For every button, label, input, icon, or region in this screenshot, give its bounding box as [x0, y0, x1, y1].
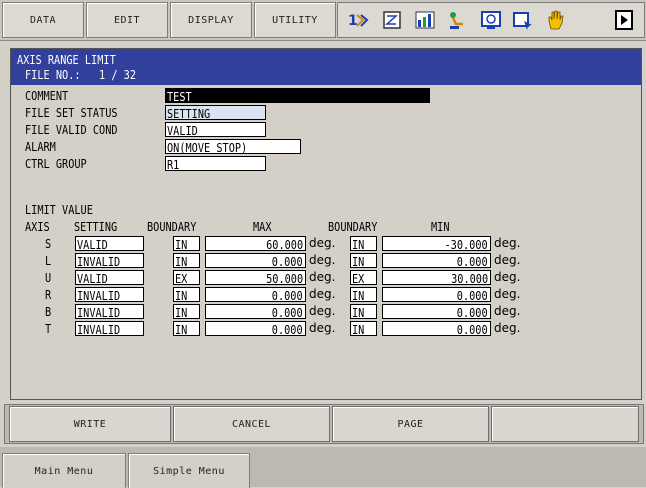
- alarm-label: ALARM: [25, 139, 56, 154]
- setting-field[interactable]: INVALID: [75, 253, 144, 268]
- unit-label: deg.: [494, 253, 521, 267]
- max-value-field[interactable]: 0.000: [205, 287, 306, 302]
- axis-label: B: [45, 304, 52, 319]
- boundary-min-field[interactable]: IN: [350, 236, 377, 251]
- axis-label: S: [45, 236, 52, 251]
- toolbar-icon-strip: 1: [337, 2, 645, 38]
- axis-label: U: [45, 270, 52, 285]
- bottom-menu-bar: Main Menu Simple Menu: [0, 447, 646, 488]
- max-value-field[interactable]: 0.000: [205, 253, 306, 268]
- page-title: AXIS RANGE LIMIT: [17, 52, 116, 67]
- write-button[interactable]: WRITE: [9, 406, 171, 442]
- alarm-field[interactable]: ON(MOVE STOP): [165, 139, 301, 154]
- boundary-max-field[interactable]: IN: [173, 287, 200, 302]
- top-menu-bar: DATA EDIT DISPLAY UTILITY 1: [0, 0, 646, 41]
- simple-menu-button[interactable]: Simple Menu: [128, 453, 250, 488]
- boundary-max-field[interactable]: IN: [173, 236, 200, 251]
- header-max: MAX: [253, 219, 272, 234]
- boundary-max-field[interactable]: EX: [173, 270, 200, 285]
- function-key-bar: WRITE CANCEL PAGE: [4, 404, 644, 444]
- page-button[interactable]: PAGE: [332, 406, 489, 442]
- unit-label: deg.: [494, 304, 521, 318]
- max-value-field[interactable]: 60.000: [205, 236, 306, 251]
- menu-utility-button[interactable]: UTILITY: [254, 2, 336, 38]
- header-boundary-max: BOUNDARY: [147, 219, 197, 234]
- axis-range-limit-panel: AXIS RANGE LIMIT FILE NO.: 1 / 32 COMMEN…: [10, 48, 642, 400]
- min-value-field[interactable]: 0.000: [382, 287, 491, 302]
- edit-pointer-icon[interactable]: [512, 9, 534, 31]
- boundary-min-field[interactable]: EX: [350, 270, 377, 285]
- boundary-min-field[interactable]: IN: [350, 287, 377, 302]
- header-min: MIN: [431, 219, 450, 234]
- comment-field[interactable]: TEST: [165, 88, 430, 103]
- min-value-field[interactable]: 0.000: [382, 253, 491, 268]
- file-no-value: 1 / 32: [99, 67, 137, 82]
- boundary-min-field[interactable]: IN: [350, 321, 377, 336]
- hand-icon[interactable]: [544, 9, 566, 31]
- blank-function-button[interactable]: [491, 406, 639, 442]
- header-setting: SETTING: [74, 219, 118, 234]
- title-bar: AXIS RANGE LIMIT FILE NO.: 1 / 32: [11, 49, 641, 85]
- graph-icon[interactable]: [414, 9, 436, 31]
- ctrl-group-field[interactable]: R1: [165, 156, 266, 171]
- unit-label: deg.: [494, 321, 521, 335]
- boundary-max-field[interactable]: IN: [173, 321, 200, 336]
- unit-label: deg.: [494, 236, 521, 250]
- unit-label: deg.: [309, 287, 336, 301]
- setting-field[interactable]: VALID: [75, 236, 144, 251]
- file-set-status-label: FILE SET STATUS: [25, 105, 118, 120]
- axis-label: L: [45, 253, 52, 268]
- limit-value-label: LIMIT VALUE: [25, 202, 93, 217]
- boundary-min-field[interactable]: IN: [350, 304, 377, 319]
- coordinate-icon[interactable]: 1: [348, 9, 370, 31]
- boundary-max-field[interactable]: IN: [173, 253, 200, 268]
- menu-display-button[interactable]: DISPLAY: [170, 2, 252, 38]
- svg-text:1: 1: [348, 13, 358, 29]
- setting-field[interactable]: INVALID: [75, 304, 144, 319]
- header-boundary-min: BOUNDARY: [328, 219, 378, 234]
- job-zoom-icon[interactable]: [382, 9, 404, 31]
- menu-data-button[interactable]: DATA: [2, 2, 84, 38]
- play-icon[interactable]: [614, 9, 636, 31]
- monitor-icon[interactable]: [480, 9, 502, 31]
- max-value-field[interactable]: 0.000: [205, 304, 306, 319]
- file-valid-cond-field[interactable]: VALID: [165, 122, 266, 137]
- boundary-max-field[interactable]: IN: [173, 304, 200, 319]
- unit-label: deg.: [309, 321, 336, 335]
- unit-label: deg.: [494, 270, 521, 284]
- max-value-field[interactable]: 0.000: [205, 321, 306, 336]
- unit-label: deg.: [494, 287, 521, 301]
- setting-field[interactable]: VALID: [75, 270, 144, 285]
- min-value-field[interactable]: 0.000: [382, 304, 491, 319]
- file-valid-cond-label: FILE VALID COND: [25, 122, 118, 137]
- ctrl-group-label: CTRL GROUP: [25, 156, 87, 171]
- unit-label: deg.: [309, 270, 336, 284]
- min-value-field[interactable]: -30.000: [382, 236, 491, 251]
- file-no-label: FILE NO.:: [25, 67, 81, 82]
- boundary-min-field[interactable]: IN: [350, 253, 377, 268]
- unit-label: deg.: [309, 253, 336, 267]
- unit-label: deg.: [309, 304, 336, 318]
- comment-label: COMMENT: [25, 88, 69, 103]
- min-value-field[interactable]: 30.000: [382, 270, 491, 285]
- cancel-button[interactable]: CANCEL: [173, 406, 330, 442]
- unit-label: deg.: [309, 236, 336, 250]
- axis-label: T: [45, 321, 52, 336]
- menu-edit-button[interactable]: EDIT: [86, 2, 168, 38]
- axis-label: R: [45, 287, 52, 302]
- main-menu-button[interactable]: Main Menu: [2, 453, 126, 488]
- setting-field[interactable]: INVALID: [75, 321, 144, 336]
- robot-arm-icon[interactable]: [446, 9, 468, 31]
- min-value-field[interactable]: 0.000: [382, 321, 491, 336]
- file-set-status-field[interactable]: SETTING: [165, 105, 266, 120]
- max-value-field[interactable]: 50.000: [205, 270, 306, 285]
- header-axis: AXIS: [25, 219, 50, 234]
- setting-field[interactable]: INVALID: [75, 287, 144, 302]
